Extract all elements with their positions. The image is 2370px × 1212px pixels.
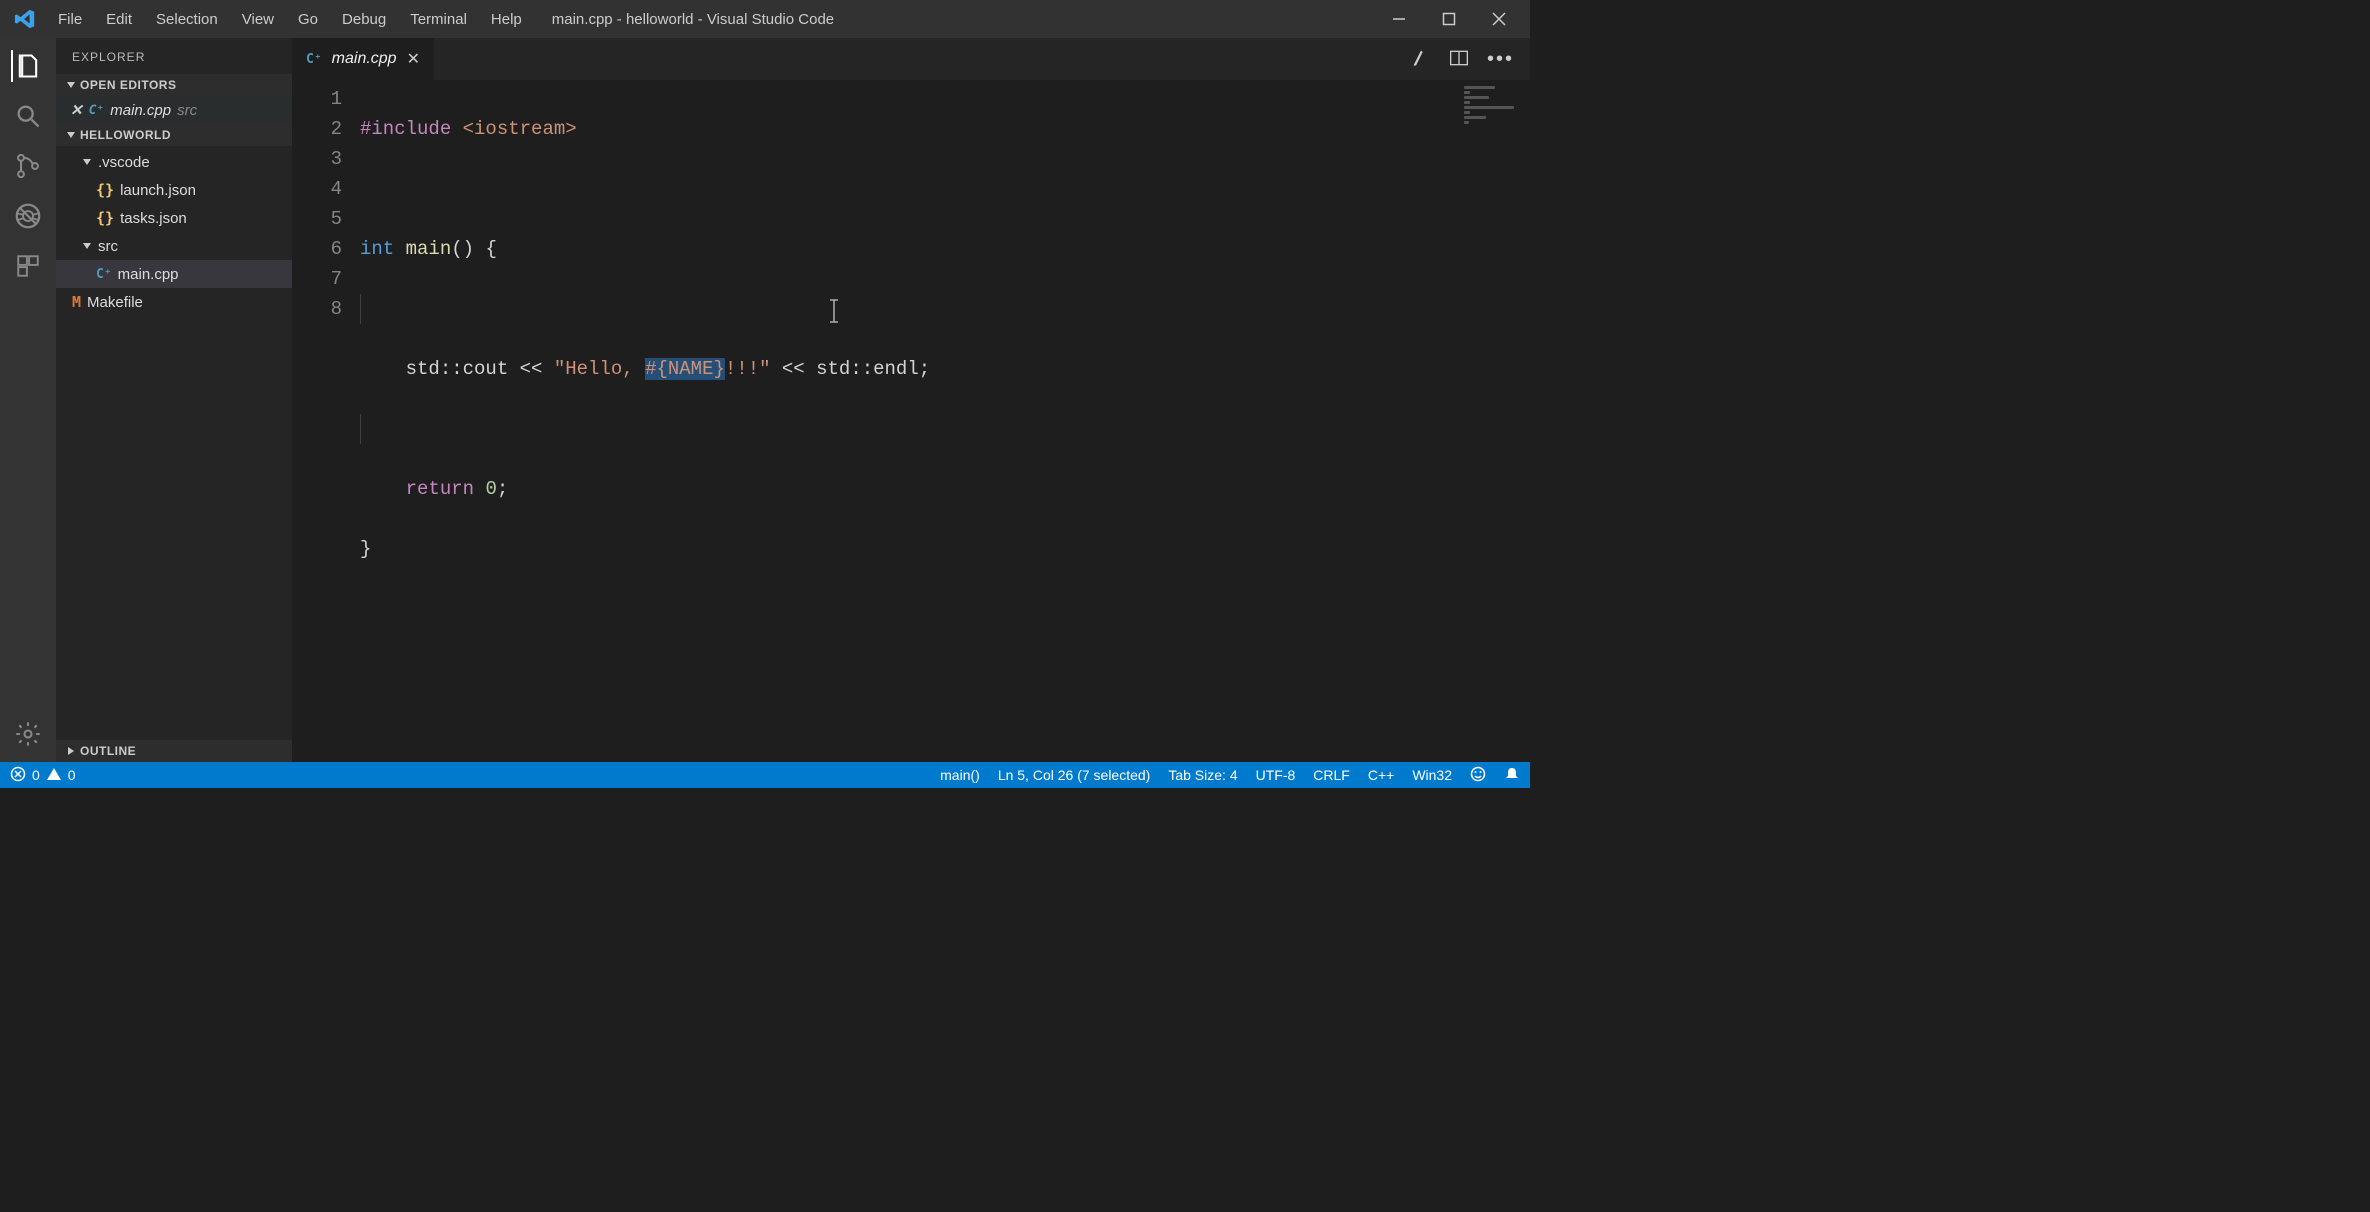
window-minimize-button[interactable] [1392, 12, 1406, 26]
status-scope[interactable]: main() [940, 767, 980, 783]
workspace-header[interactable]: HELLOWORLD [56, 124, 292, 146]
status-language[interactable]: C++ [1368, 767, 1394, 783]
feedback-smiley-icon[interactable] [1470, 766, 1486, 785]
line-numbers: 1 2 3 4 5 6 7 8 [292, 80, 360, 762]
activity-extensions-icon[interactable] [12, 250, 44, 282]
code-content[interactable]: #include <iostream> int main() { std::co… [360, 80, 1530, 762]
run-build-icon[interactable] [1411, 48, 1431, 71]
menu-go[interactable]: Go [298, 11, 318, 28]
json-file-icon: {} [96, 181, 114, 199]
window-title: main.cpp - helloworld - Visual Studio Co… [522, 11, 1392, 28]
file-makefile[interactable]: M Makefile [56, 288, 292, 316]
cpp-file-icon: C⁺ [96, 267, 112, 282]
editor-area: C⁺ main.cpp ✕ ••• 1 2 3 4 5 6 7 8 #inclu… [292, 38, 1530, 762]
split-editor-icon[interactable] [1449, 48, 1469, 71]
menu-terminal[interactable]: Terminal [410, 11, 467, 28]
window-maximize-button[interactable] [1442, 12, 1456, 26]
activity-source-control-icon[interactable] [12, 150, 44, 182]
tab-main-cpp[interactable]: C⁺ main.cpp ✕ [292, 38, 435, 80]
file-tasks-json[interactable]: {} tasks.json [56, 204, 292, 232]
errors-count[interactable]: 0 [32, 767, 40, 783]
open-editors-header[interactable]: OPEN EDITORS [56, 74, 292, 96]
status-cursor-position[interactable]: Ln 5, Col 26 (7 selected) [998, 767, 1151, 783]
cpp-file-icon: C⁺ [89, 103, 105, 118]
menu-help[interactable]: Help [491, 11, 522, 28]
menu-file[interactable]: File [58, 11, 82, 28]
vscode-logo-icon [0, 8, 50, 30]
json-file-icon: {} [96, 209, 114, 227]
menu-edit[interactable]: Edit [106, 11, 132, 28]
more-actions-icon[interactable]: ••• [1487, 48, 1514, 71]
folder-vscode[interactable]: .vscode [56, 148, 292, 176]
activity-bar [0, 38, 56, 762]
status-eol[interactable]: CRLF [1313, 767, 1350, 783]
menu-selection[interactable]: Selection [156, 11, 218, 28]
menu-view[interactable]: View [242, 11, 274, 28]
status-bar: 0 0 main() Ln 5, Col 26 (7 selected) Tab… [0, 762, 1530, 788]
open-editor-item[interactable]: ✕ C⁺ main.cpp src [56, 96, 292, 124]
file-main-cpp[interactable]: C⁺ main.cpp [56, 260, 292, 288]
makefile-icon: M [72, 293, 81, 311]
tab-close-icon[interactable]: ✕ [407, 49, 420, 69]
menu-bar: File Edit Selection View Go Debug Termin… [50, 11, 522, 28]
tab-bar: C⁺ main.cpp ✕ ••• [292, 38, 1530, 80]
sidebar-title: EXPLORER [56, 38, 292, 74]
file-launch-json[interactable]: {} launch.json [56, 176, 292, 204]
errors-icon[interactable] [10, 766, 26, 785]
warnings-icon[interactable] [46, 766, 62, 785]
menu-debug[interactable]: Debug [342, 11, 386, 28]
window-close-button[interactable] [1492, 12, 1506, 26]
warnings-count[interactable]: 0 [68, 767, 76, 783]
title-bar: File Edit Selection View Go Debug Termin… [0, 0, 1530, 38]
outline-header[interactable]: OUTLINE [56, 740, 292, 762]
text-cursor-icon [712, 268, 713, 292]
notifications-bell-icon[interactable] [1504, 766, 1520, 785]
close-icon[interactable]: ✕ [70, 101, 83, 119]
minimap[interactable] [1460, 80, 1530, 762]
activity-debug-icon[interactable] [12, 200, 44, 232]
chevron-down-icon [82, 241, 92, 251]
sidebar-explorer: EXPLORER OPEN EDITORS ✕ C⁺ main.cpp src … [56, 38, 292, 762]
chevron-down-icon [82, 157, 92, 167]
status-tab-size[interactable]: Tab Size: 4 [1168, 767, 1237, 783]
activity-explorer-icon[interactable] [11, 50, 43, 82]
activity-settings-icon[interactable] [12, 718, 44, 750]
activity-search-icon[interactable] [12, 100, 44, 132]
status-encoding[interactable]: UTF-8 [1256, 767, 1296, 783]
folder-src[interactable]: src [56, 232, 292, 260]
cpp-file-icon: C⁺ [306, 52, 322, 67]
selected-text: #{NAME} [645, 358, 725, 380]
code-editor[interactable]: 1 2 3 4 5 6 7 8 #include <iostream> int … [292, 80, 1530, 762]
status-target[interactable]: Win32 [1412, 767, 1452, 783]
